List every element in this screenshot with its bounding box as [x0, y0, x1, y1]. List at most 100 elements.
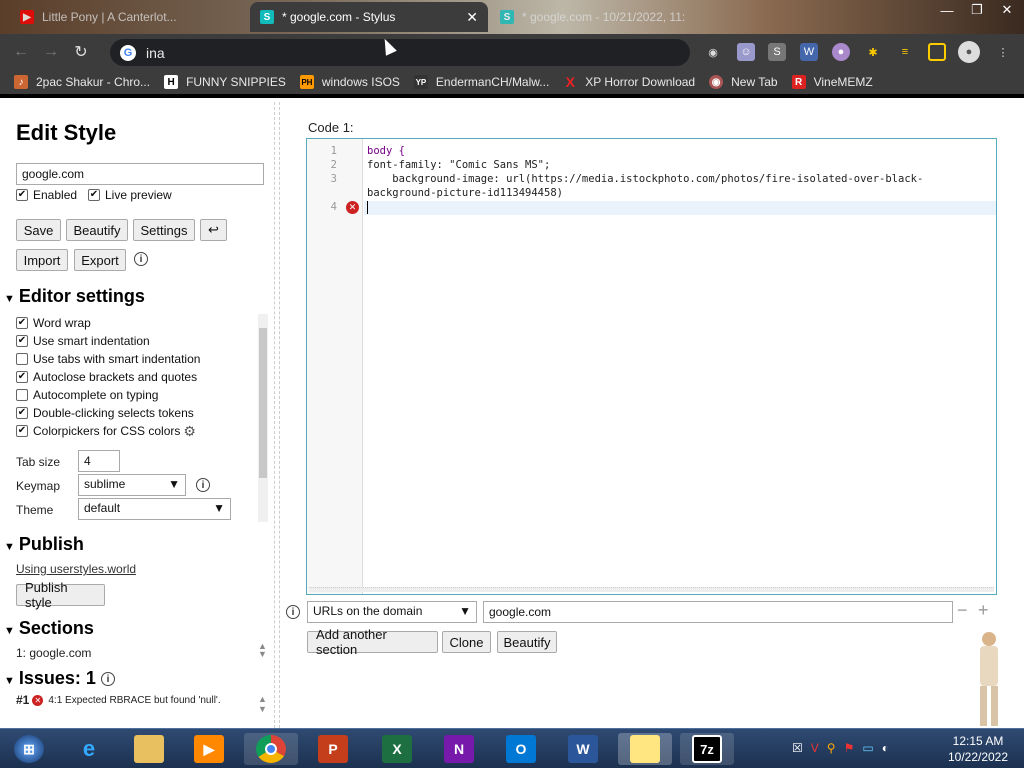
- checkbox-label: Colorpickers for CSS colors: [33, 424, 181, 438]
- smart-indent-checkbox[interactable]: ✔ Use smart indentation: [16, 332, 256, 350]
- issues-scroll-icon[interactable]: ▲ ▼: [258, 694, 267, 714]
- userstyles-link[interactable]: Using userstyles.world: [16, 562, 136, 576]
- bookmark-item[interactable]: X XP Horror Download: [563, 74, 696, 90]
- tray-icon[interactable]: ▭: [862, 741, 873, 755]
- bookmark-item[interactable]: PH windows ISOS: [299, 75, 400, 89]
- tab-stylus-2[interactable]: S * google.com - 10/21/2022, 11:: [490, 2, 700, 32]
- checkbox-label: Use tabs with smart indentation: [33, 352, 201, 366]
- tray-icon[interactable]: ☒: [792, 741, 803, 755]
- bookmark-item[interactable]: YP EndermanCH/Malw...: [413, 75, 549, 89]
- panel-resizer[interactable]: [274, 102, 280, 728]
- settings-button[interactable]: Settings: [133, 219, 195, 241]
- menu-icon[interactable]: ⋮: [994, 43, 1012, 61]
- save-button[interactable]: Save: [16, 219, 61, 241]
- error-marker-icon[interactable]: ✕: [346, 201, 359, 214]
- reload-icon[interactable]: ↻: [66, 37, 96, 67]
- enabled-checkbox[interactable]: ✔ Enabled: [16, 188, 77, 202]
- info-icon[interactable]: i: [196, 478, 210, 492]
- forward-icon[interactable]: →: [36, 37, 66, 67]
- stylus-ext-icon[interactable]: S: [768, 43, 786, 61]
- editor-hscrollbar[interactable]: [309, 587, 994, 592]
- publish-heading[interactable]: ▼ Publish: [4, 534, 84, 555]
- add-section-button[interactable]: Add another section: [307, 627, 438, 657]
- theme-select[interactable]: default ▼: [78, 498, 231, 520]
- keymap-label: Keymap: [16, 479, 61, 493]
- folder-icon: ♪: [14, 75, 28, 89]
- back-icon[interactable]: ←: [6, 37, 36, 67]
- section-item[interactable]: 1: google.com: [16, 646, 91, 660]
- issue-item[interactable]: #1 ✕ 4:1 Expected RBRACE but found 'null…: [16, 693, 221, 707]
- maximize-button[interactable]: ❐: [962, 0, 992, 20]
- extension-icon[interactable]: ☺: [737, 43, 755, 61]
- section-title: Sections: [18, 618, 94, 638]
- bookmark-item[interactable]: ◉ New Tab: [709, 75, 778, 89]
- tab-youtube[interactable]: ▶ Little Pony | A Canterlot...: [10, 2, 250, 32]
- taskbar-outlook[interactable]: O: [494, 733, 548, 765]
- profile-icon[interactable]: ●: [958, 41, 980, 63]
- publish-style-button[interactable]: Publish style: [16, 580, 105, 610]
- export-button[interactable]: Export: [74, 249, 126, 271]
- taskbar-ie[interactable]: e: [62, 733, 116, 765]
- live-preview-checkbox[interactable]: ✔ Live preview: [88, 188, 172, 202]
- info-icon[interactable]: i: [134, 252, 148, 266]
- applies-value-input[interactable]: [483, 601, 953, 623]
- tabs-indent-checkbox[interactable]: Use tabs with smart indentation: [16, 350, 256, 368]
- gear-icon[interactable]: ⚙: [183, 423, 196, 440]
- clock[interactable]: 12:15 AM 10/22/2022: [940, 733, 1016, 765]
- extension-icon[interactable]: ●: [832, 43, 850, 61]
- minimize-button[interactable]: —: [932, 0, 962, 20]
- address-bar[interactable]: G ina: [110, 39, 690, 66]
- dblclick-checkbox[interactable]: ✔ Double-clicking selects tokens: [16, 404, 256, 422]
- puzzle-icon[interactable]: ✱: [864, 43, 882, 61]
- taskbar-chrome[interactable]: [244, 733, 298, 765]
- taskbar-explorer[interactable]: [122, 733, 176, 765]
- keymap-select[interactable]: sublime ▼: [78, 474, 186, 496]
- bookmark-item[interactable]: R VineMEMZ: [791, 75, 873, 89]
- start-button[interactable]: ⊞: [2, 733, 56, 765]
- remove-icon[interactable]: −: [957, 600, 968, 621]
- beautify-section-button[interactable]: Beautify: [497, 631, 557, 653]
- import-button[interactable]: Import: [16, 249, 68, 271]
- code-editor[interactable]: 1 2 3 4 ✕ body { font-family: "Comic San…: [306, 138, 997, 595]
- editor-settings-heading[interactable]: ▼ Editor settings: [4, 286, 145, 307]
- taskbar-sticky[interactable]: [618, 733, 672, 765]
- extension-icon[interactable]: W: [800, 43, 818, 61]
- info-icon[interactable]: i: [286, 605, 300, 619]
- undo-button[interactable]: ↩: [200, 219, 227, 241]
- style-name-input[interactable]: [16, 163, 264, 185]
- autoclose-checkbox[interactable]: ✔ Autoclose brackets and quotes: [16, 368, 256, 386]
- taskbar-media[interactable]: ▶: [182, 733, 236, 765]
- bookmark-item[interactable]: H FUNNY SNIPPIES: [164, 75, 286, 89]
- info-icon[interactable]: i: [100, 672, 115, 687]
- sections-heading[interactable]: ▼ Sections: [4, 618, 94, 639]
- scrollbar-thumb[interactable]: [259, 328, 267, 478]
- close-tab-icon[interactable]: ✕: [466, 9, 478, 26]
- tray-icon[interactable]: V: [811, 741, 819, 755]
- extension-icon[interactable]: ◉: [704, 43, 722, 61]
- clone-button[interactable]: Clone: [442, 631, 491, 653]
- autocomplete-checkbox[interactable]: Autocomplete on typing: [16, 386, 256, 404]
- bookmark-item[interactable]: ♪ 2pac Shakur - Chro...: [14, 75, 150, 89]
- tab-stylus[interactable]: S * google.com - Stylus ✕: [250, 2, 488, 32]
- colorpicker-checkbox[interactable]: ✔ Colorpickers for CSS colors ⚙: [16, 422, 256, 440]
- settings-scrollbar[interactable]: [258, 314, 268, 522]
- system-tray: ☒ V ⚲ ⚑ ▭ ◐: [792, 741, 889, 755]
- taskbar-7zip[interactable]: 7z: [680, 733, 734, 765]
- tray-icon[interactable]: ⚑: [844, 741, 855, 755]
- tab-size-input[interactable]: [78, 450, 120, 472]
- taskbar-excel[interactable]: X: [370, 733, 424, 765]
- add-icon[interactable]: +: [978, 600, 989, 621]
- sections-scroll-icon[interactable]: ▲ ▼: [258, 642, 267, 659]
- issues-heading[interactable]: ▼ Issues: 1 i: [4, 668, 115, 689]
- tray-icon[interactable]: ⚲: [827, 741, 836, 755]
- playlist-icon[interactable]: ≡: [896, 43, 914, 61]
- beautify-button[interactable]: Beautify: [66, 219, 128, 241]
- close-window-button[interactable]: ✕: [992, 0, 1022, 20]
- taskbar-powerpoint[interactable]: P: [306, 733, 360, 765]
- word-wrap-checkbox[interactable]: ✔ Word wrap: [16, 314, 256, 332]
- taskbar-word[interactable]: W: [556, 733, 610, 765]
- taskbar-onenote[interactable]: N: [432, 733, 486, 765]
- tray-icon[interactable]: ◐: [882, 741, 889, 755]
- applies-type-select[interactable]: URLs on the domain ▼: [307, 601, 477, 623]
- sidepanel-icon[interactable]: [928, 43, 946, 61]
